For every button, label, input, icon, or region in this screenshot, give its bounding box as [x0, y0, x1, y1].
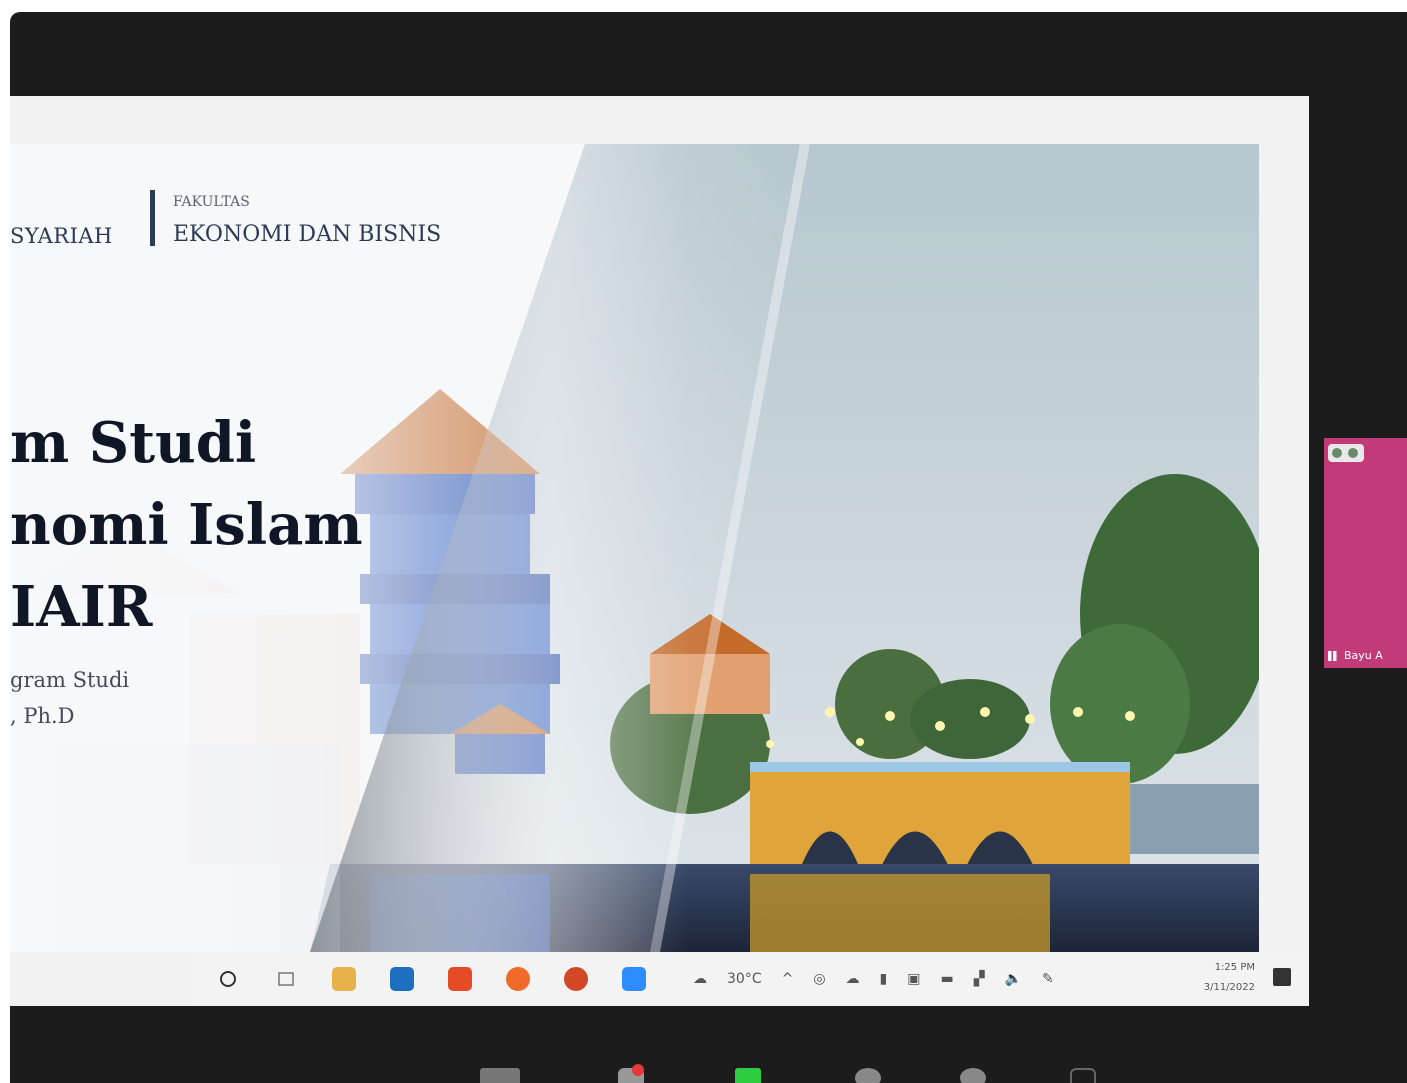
apps-icon[interactable] [1070, 1068, 1096, 1083]
firefox-icon[interactable] [498, 959, 538, 999]
taskbar-clock[interactable]: 1:25 PM 3/11/2022 [1204, 958, 1255, 998]
battery-icon[interactable]: ▬ [941, 971, 954, 987]
weather-temp[interactable]: 30°C [727, 971, 762, 987]
record-icon[interactable] [855, 1068, 881, 1083]
notification-icon[interactable] [1273, 968, 1291, 986]
clock-date: 3/11/2022 [1203, 982, 1255, 993]
file-explorer-icon[interactable] [324, 959, 364, 999]
cloud-icon[interactable]: ☁ [846, 971, 860, 987]
subtitle-line-1: gram Studi [10, 668, 130, 692]
zoom-icon[interactable] [614, 959, 654, 999]
faculty-name: EKONOMI DAN BISNIS [173, 222, 442, 247]
share-screen-icon[interactable] [735, 1068, 761, 1083]
task-view-icon[interactable] [266, 959, 306, 999]
participant-video-tile[interactable]: Bayu A [1324, 438, 1407, 668]
signal-icon [1328, 651, 1340, 661]
chat-badge [632, 1064, 644, 1076]
participants-icon[interactable] [480, 1068, 520, 1083]
search-icon[interactable] [208, 959, 248, 999]
slide-subtitle: gram Studi , Ph.D [10, 662, 129, 734]
title-line-2: nomi Islam [10, 492, 363, 558]
title-line-1: m Studi [10, 410, 257, 476]
chevron-up-icon[interactable]: ^ [782, 971, 794, 987]
header-divider [150, 190, 155, 246]
slide-title: m Studi nomi Islam IAIR [10, 402, 363, 648]
weather-icon[interactable]: ☁ [693, 971, 707, 987]
meeting-controls-bar [470, 1062, 1110, 1083]
monitor-icon[interactable]: ▣ [907, 971, 920, 987]
participant-name: Bayu A [1344, 649, 1383, 662]
shared-screen: SYARIAH FAKULTAS EKONOMI DAN BISNIS m St… [10, 96, 1309, 1006]
network-icon[interactable]: ▞ [974, 971, 985, 987]
subtitle-line-2: , Ph.D [10, 704, 75, 728]
pen-icon[interactable]: ✎ [1042, 971, 1054, 987]
title-line-3: IAIR [10, 574, 153, 640]
usb-icon[interactable]: ▮ [880, 971, 888, 987]
participant-name-label: Bayu A [1328, 649, 1383, 662]
powerpoint-icon[interactable] [556, 959, 596, 999]
presentation-slide: SYARIAH FAKULTAS EKONOMI DAN BISNIS m St… [10, 144, 1259, 952]
system-tray: ☁ 30°C ^ ◎ ☁ ▮ ▣ ▬ ▞ 🔈 ✎ [693, 952, 1074, 1006]
clock-time: 1:25 PM [1214, 962, 1255, 973]
tile-options-icon[interactable] [1328, 444, 1364, 462]
windows-taskbar: ☁ 30°C ^ ◎ ☁ ▮ ▣ ▬ ▞ 🔈 ✎ 1:25 PM 3/11/20… [188, 952, 1309, 1006]
header-program-label: SYARIAH [10, 224, 113, 248]
office-icon[interactable] [440, 959, 480, 999]
volume-icon[interactable]: 🔈 [1005, 971, 1022, 987]
reactions-icon[interactable] [960, 1068, 986, 1083]
faculty-label: FAKULTAS [173, 194, 250, 210]
tray-app-icon[interactable]: ◎ [813, 971, 825, 987]
mail-icon[interactable] [382, 959, 422, 999]
